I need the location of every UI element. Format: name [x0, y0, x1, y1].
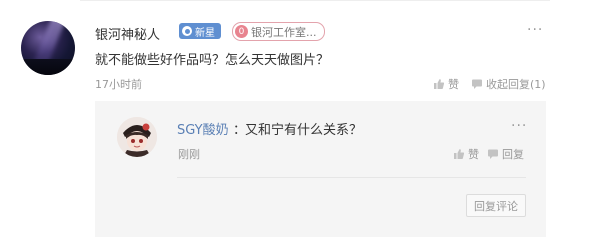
collapse-reply-label: 收起回复(1) [486, 78, 546, 91]
comment-text: 就不能做些好作品吗？怎么天天做图片？ [95, 53, 330, 68]
like-label: 赞 [448, 78, 459, 91]
collapse-reply-button[interactable]: 收起回复(1) [471, 76, 546, 92]
avatar[interactable] [21, 21, 75, 75]
badge-dot-icon [182, 26, 192, 36]
more-options-icon[interactable]: ··· [527, 22, 543, 38]
studio-label: 银河工作室... [251, 25, 317, 39]
new-star-badge: 新星 [179, 23, 221, 39]
reply-action-label: 回复 [502, 148, 524, 161]
reply-text: 又和宁有什么关系？ [245, 123, 363, 138]
reply-bubble-icon [488, 149, 498, 159]
top-divider [80, 0, 550, 1]
reply-avatar[interactable] [117, 117, 157, 157]
reply-like-button[interactable]: 赞 [453, 146, 479, 162]
new-star-label: 新星 [195, 27, 215, 39]
reply-username[interactable]: SGY酸奶 [177, 119, 229, 138]
reply-comment-button[interactable]: 回复评论 [466, 194, 526, 217]
thumbs-up-icon [434, 79, 445, 89]
like-button[interactable]: 赞 [433, 76, 459, 92]
studio-number: 0 [235, 25, 248, 38]
reply-like-label: 赞 [468, 148, 479, 161]
comment-username[interactable]: 银河神秘人 [95, 24, 160, 43]
reply-bubble-icon [472, 79, 482, 89]
studio-badge[interactable]: 0 银河工作室... [232, 22, 325, 41]
comment-timestamp: 17小时前 [95, 78, 142, 91]
reply-more-options-icon[interactable]: ··· [511, 118, 527, 134]
thumbs-up-icon [454, 149, 465, 159]
reply-divider [177, 177, 526, 178]
reply-timestamp: 刚刚 [178, 148, 200, 161]
reply-to-reply-button[interactable]: 回复 [487, 146, 524, 162]
